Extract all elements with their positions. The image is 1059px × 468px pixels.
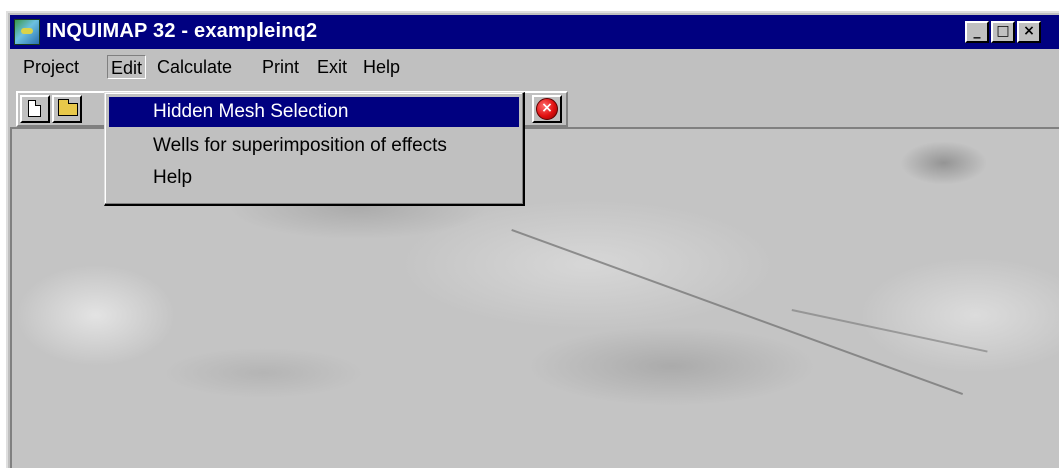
menu-item-wells-superimposition[interactable]: Wells for superimposition of effects: [109, 131, 519, 161]
menu-project[interactable]: Project: [20, 55, 82, 79]
menu-help[interactable]: Help: [360, 55, 403, 79]
minimize-button[interactable]: _: [965, 21, 989, 43]
menu-calculate[interactable]: Calculate: [154, 55, 235, 79]
open-folder-icon: [58, 99, 78, 116]
map-river-line: [791, 309, 988, 353]
window-title: INQUIMAP 32 - exampleinq2: [46, 20, 318, 42]
title-bar[interactable]: INQUIMAP 32 - exampleinq2 _ □ ×: [10, 15, 1059, 49]
exit-toolbar-button[interactable]: ×: [532, 95, 562, 123]
exit-icon: ×: [536, 98, 558, 120]
edit-dropdown-menu: Hidden Mesh Selection Wells for superimp…: [104, 92, 525, 206]
menu-item-hidden-mesh-selection[interactable]: Hidden Mesh Selection: [109, 97, 519, 127]
open-project-button[interactable]: [52, 95, 82, 123]
menu-edit[interactable]: Edit: [107, 55, 147, 79]
map-river-line: [511, 229, 964, 396]
menu-bar: Project Edit Calculate Print Exit Help: [10, 51, 1059, 83]
menu-item-help[interactable]: Help: [109, 163, 519, 193]
menu-exit[interactable]: Exit: [314, 55, 350, 79]
app-map-icon[interactable]: [14, 19, 40, 45]
new-document-icon: [28, 100, 41, 117]
menu-print[interactable]: Print: [259, 55, 302, 79]
application-window: INQUIMAP 32 - exampleinq2 _ □ × Project …: [6, 11, 1059, 468]
maximize-button[interactable]: □: [991, 21, 1015, 43]
close-button[interactable]: ×: [1017, 21, 1041, 43]
new-project-button[interactable]: [20, 95, 50, 123]
